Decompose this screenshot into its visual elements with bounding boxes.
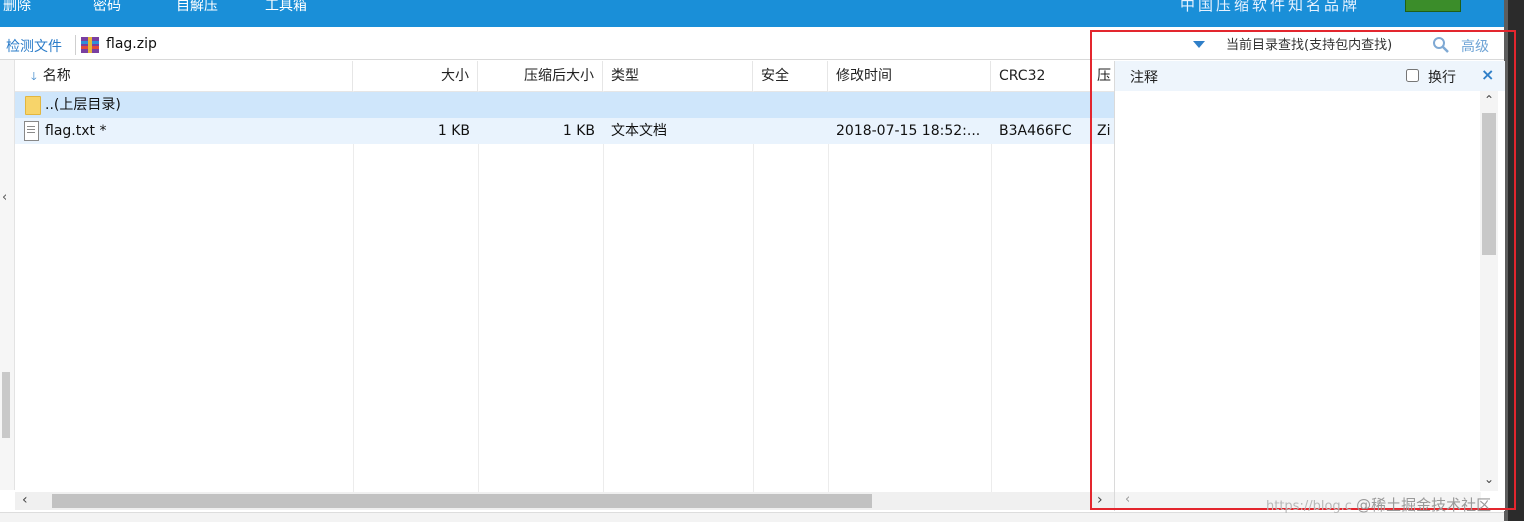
password-button[interactable]: 密码	[93, 0, 121, 16]
expand-left-icon[interactable]: ‹	[2, 190, 7, 205]
column-header-type[interactable]: 类型	[603, 61, 753, 91]
cell-modified: 2018-07-15 18:52:...	[836, 123, 981, 139]
table-row[interactable]: ..(上层目录)	[15, 92, 1114, 118]
self-extract-button[interactable]: 自解压	[176, 0, 218, 16]
top-toolbar: 删除 密码 自解压 工具箱 中国压缩软件知名品牌	[0, 0, 1504, 27]
brand-slogan: 中国压缩软件知名品牌	[1180, 0, 1361, 14]
column-header-security[interactable]: 安全	[753, 61, 828, 91]
table-row[interactable]: flag.txt * 1 KB 1 KB 文本文档 2018-07-15 18:…	[15, 118, 1114, 144]
toolbox-button[interactable]: 工具箱	[265, 0, 307, 16]
scroll-right-icon[interactable]: ›	[1097, 492, 1103, 508]
cell-crc32: B3A466FC	[999, 123, 1072, 139]
close-icon[interactable]: ×	[1481, 65, 1494, 84]
scrollbar-thumb[interactable]	[52, 494, 872, 508]
scrollbar-thumb[interactable]	[1482, 113, 1496, 255]
comment-title: 注释	[1130, 70, 1158, 86]
current-path[interactable]: flag.zip	[106, 36, 157, 52]
delete-button[interactable]: 删除	[3, 0, 31, 16]
scroll-left-icon[interactable]: ‹	[22, 492, 28, 508]
gutter-scrollbar-thumb[interactable]	[2, 372, 10, 438]
chevron-down-icon[interactable]: ⌄	[1484, 472, 1494, 486]
column-header-crc32[interactable]: CRC32	[991, 61, 1091, 91]
column-header-packed-size[interactable]: 压缩后大小	[478, 61, 603, 91]
cell-method: Zi	[1097, 123, 1111, 139]
window-edge	[1504, 0, 1524, 521]
search-input[interactable]	[1222, 35, 1430, 55]
chevron-up-icon[interactable]: ⌃	[1484, 93, 1494, 107]
brand-logo	[1405, 0, 1461, 12]
watermark: https://blog.c @稀土掘金技术社区	[1266, 494, 1491, 515]
comment-textarea[interactable]	[1121, 91, 1484, 495]
cell-security	[753, 118, 828, 144]
comment-panel-header: 注释 换行 ×	[1115, 61, 1505, 91]
word-wrap-label[interactable]: 换行	[1428, 67, 1456, 87]
watermark-text: @稀土掘金技术社区	[1356, 496, 1492, 514]
sort-down-icon: 🡓	[31, 70, 37, 83]
divider	[75, 35, 76, 55]
comment-panel: 注释 换行 × ⌃ ⌄ ‹	[1114, 61, 1505, 511]
comment-vertical-scrollbar[interactable]: ⌃ ⌄	[1480, 91, 1498, 491]
column-header-name[interactable]: 🡓 名称	[15, 61, 353, 91]
cell-name: flag.txt *	[45, 123, 107, 139]
cell-packed-size: 1 KB	[562, 123, 595, 139]
watermark-url: https://blog.c	[1266, 499, 1352, 514]
word-wrap-checkbox[interactable]	[1406, 69, 1419, 82]
column-header-method[interactable]: 压	[1091, 61, 1114, 91]
detect-file-link[interactable]: 检测文件	[6, 36, 62, 56]
cell-size: 1 KB	[437, 123, 470, 139]
tree-collapse-gutter[interactable]: ‹	[0, 60, 15, 490]
column-header-size[interactable]: 大小	[353, 61, 478, 91]
file-list-header: 🡓 名称 大小 压缩后大小 类型 安全 修改时间 CRC32 压	[15, 61, 1114, 92]
scroll-left-icon[interactable]: ‹	[1125, 492, 1130, 507]
path-dropdown-icon[interactable]	[1193, 41, 1205, 48]
search-icon[interactable]	[1432, 36, 1450, 54]
cell-name: ..(上层目录)	[45, 97, 121, 113]
advanced-search-link[interactable]: 高级	[1461, 36, 1489, 56]
cell-type: 文本文档	[611, 123, 667, 139]
column-label: 名称	[42, 68, 71, 84]
winrar-archive-icon	[80, 36, 100, 54]
file-list-horizontal-scrollbar[interactable]: ‹ ›	[15, 492, 1114, 510]
column-header-modified[interactable]: 修改时间	[828, 61, 991, 91]
